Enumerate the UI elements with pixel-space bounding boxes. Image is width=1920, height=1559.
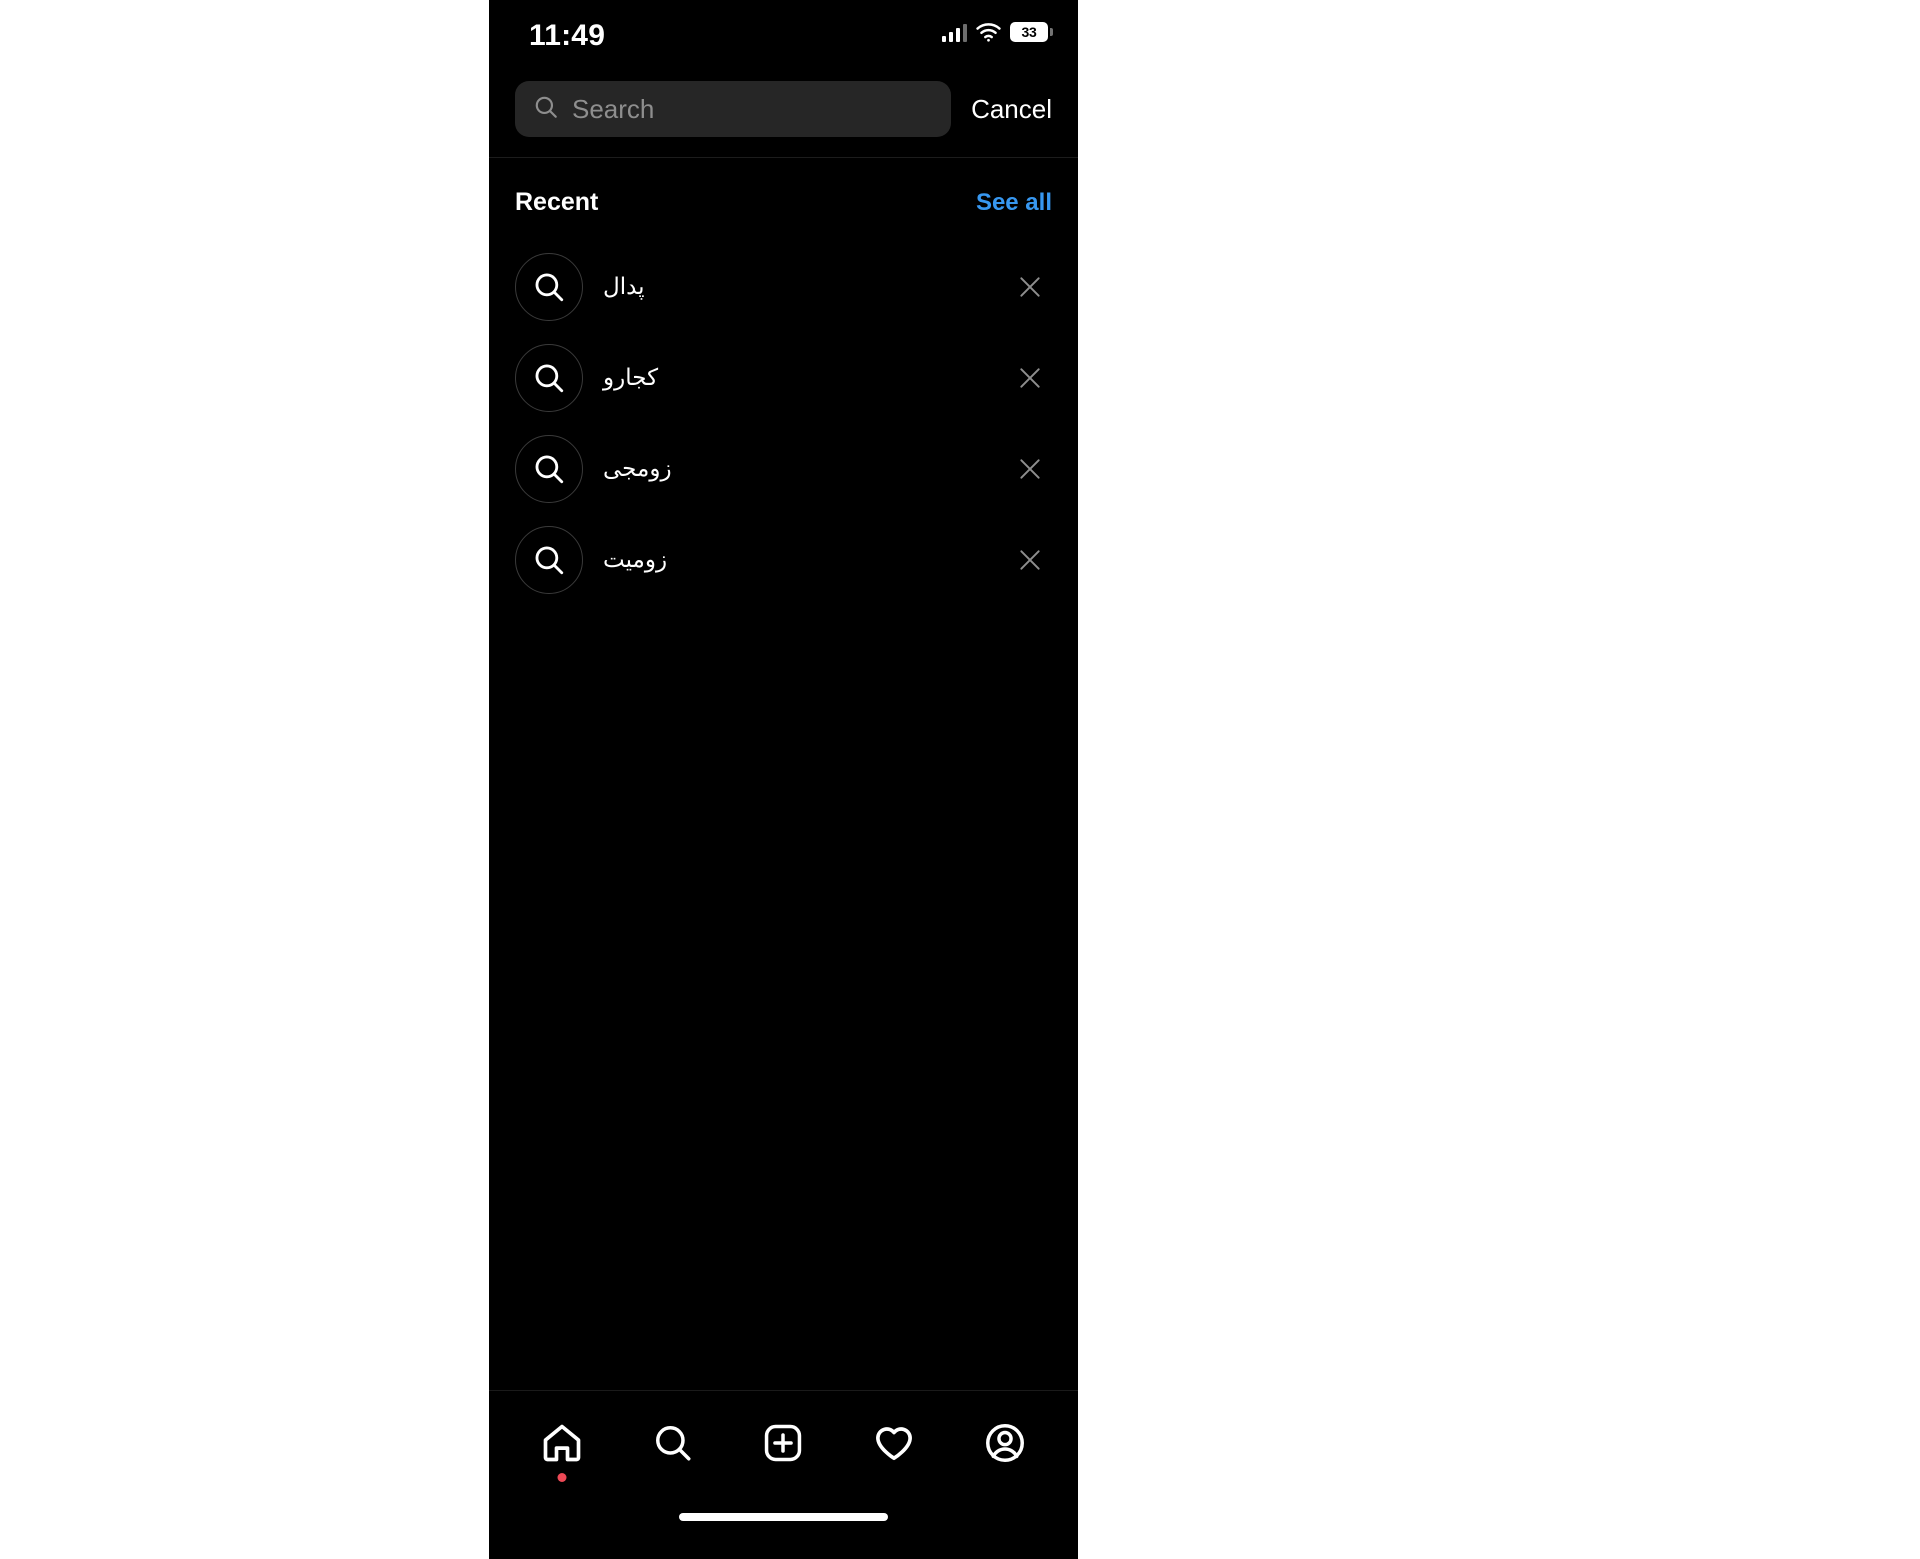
home-indicator-area	[489, 1499, 1078, 1559]
list-item[interactable]: کجارو	[489, 332, 1078, 423]
list-item-label: کجارو	[603, 364, 659, 390]
search-icon	[533, 94, 559, 125]
cancel-button[interactable]: Cancel	[971, 94, 1054, 125]
search-icon	[515, 343, 583, 412]
home-notification-dot	[557, 1473, 567, 1482]
status-bar: 11:49 33	[489, 0, 1078, 70]
list-item-label: زومجی	[603, 455, 672, 481]
profile-avatar-icon	[983, 1421, 1027, 1470]
search-placeholder-text: Search	[572, 93, 655, 124]
nav-item-profile[interactable]	[962, 1402, 1048, 1488]
home-icon	[540, 1421, 584, 1470]
list-item[interactable]: پدال	[489, 241, 1078, 332]
nav-item-activity[interactable]	[851, 1402, 937, 1488]
search-header: Search Cancel	[489, 70, 1078, 148]
heart-icon	[872, 1421, 916, 1470]
close-icon[interactable]	[1008, 447, 1052, 491]
search-icon	[515, 434, 583, 503]
phone-screen: 11:49 33 Search Cancel Recent See all پد…	[489, 0, 1078, 1559]
battery-icon: 33	[1010, 22, 1053, 42]
plus-square-icon	[762, 1422, 804, 1469]
bottom-navigation-bar	[489, 1390, 1078, 1559]
home-indicator[interactable]	[679, 1513, 888, 1521]
search-icon	[515, 252, 583, 321]
close-icon[interactable]	[1008, 265, 1052, 309]
nav-item-create[interactable]	[740, 1402, 826, 1488]
close-icon[interactable]	[1008, 538, 1052, 582]
recent-header: Recent See all	[489, 158, 1078, 217]
list-item[interactable]: زومجی	[489, 423, 1078, 514]
close-icon[interactable]	[1008, 356, 1052, 400]
battery-level-label: 33	[1021, 24, 1037, 40]
recent-search-list: پدال کجارو زومجی زومیت	[489, 241, 1078, 605]
list-item-label: پدال	[603, 273, 645, 299]
status-bar-indicators: 33	[941, 22, 1053, 42]
wifi-icon	[976, 22, 1001, 42]
search-input[interactable]: Search	[515, 81, 952, 137]
cellular-signal-icon	[941, 23, 967, 42]
status-bar-time: 11:49	[529, 19, 606, 52]
list-item[interactable]: زومیت	[489, 514, 1078, 605]
nav-item-search[interactable]	[630, 1402, 716, 1488]
see-all-button[interactable]: See all	[976, 189, 1052, 217]
recent-title: Recent	[515, 188, 599, 216]
search-icon	[652, 1422, 694, 1469]
nav-item-home[interactable]	[519, 1402, 605, 1488]
screenshot-canvas: 11:49 33 Search Cancel Recent See all پد…	[0, 0, 1920, 1559]
list-item-label: زومیت	[603, 546, 668, 572]
search-icon	[515, 525, 583, 594]
